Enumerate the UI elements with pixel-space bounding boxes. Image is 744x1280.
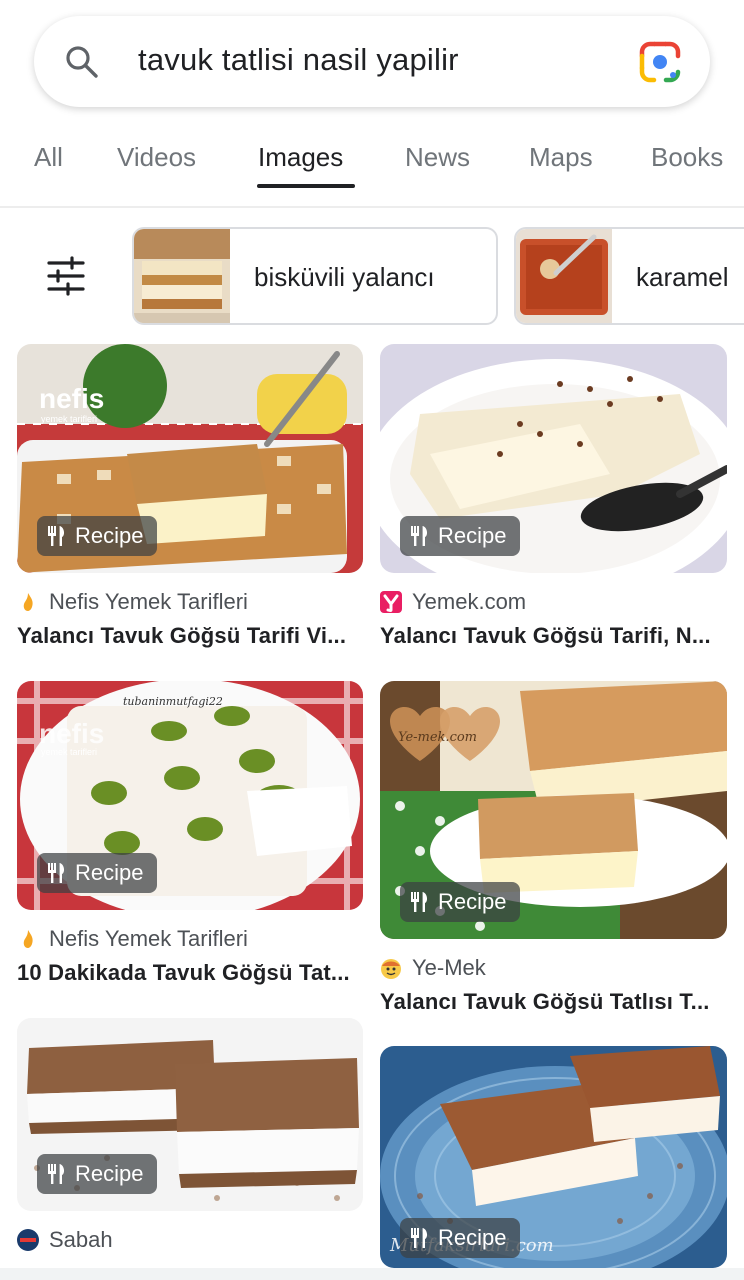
tab-maps[interactable]: Maps (529, 142, 593, 173)
result-thumbnail[interactable]: Ye-mek.com Recipe (380, 681, 727, 939)
recipe-badge: Recipe (37, 516, 158, 556)
recipe-badge-label: Recipe (438, 523, 507, 548)
image-result-card[interactable]: Recipe Yemek.com Yalancı Tavuk Göğsü Tar… (380, 344, 727, 664)
related-search-chip[interactable]: karamel (514, 227, 744, 325)
image-result-card[interactable]: Mutfaksirlari.com Recipe (380, 1046, 727, 1268)
source-name: Nefis Yemek Tarifleri (49, 589, 248, 614)
result-title[interactable]: Yalancı Tavuk Göğsü Tarifi Vi... (17, 623, 346, 649)
recipe-badge: Recipe (37, 853, 158, 893)
result-thumbnail[interactable]: Recipe (17, 1018, 363, 1211)
search-icon[interactable] (64, 44, 100, 80)
tab-videos[interactable]: Videos (117, 142, 196, 173)
bottom-edge (0, 1268, 744, 1280)
nefis-watermark: nefis (39, 718, 104, 749)
result-thumbnail[interactable]: nefis yemek tarifleri Recipe (17, 344, 363, 573)
ye-mek-watermark: Ye-mek.com (398, 730, 477, 745)
recipe-badge-label: Recipe (438, 1225, 507, 1250)
result-source: Ye-Mek (380, 955, 486, 981)
nefis-watermark: nefis (39, 383, 104, 414)
recipe-badge: Recipe (400, 1218, 521, 1258)
fork-knife-icon (411, 1228, 428, 1248)
fork-knife-icon (411, 526, 428, 546)
recipe-badge-label: Recipe (75, 523, 144, 548)
image-result-card[interactable]: Recipe Sabah (17, 1018, 363, 1268)
recipe-badge-label: Recipe (75, 860, 144, 885)
result-source: Yemek.com (380, 589, 526, 615)
source-name: Yemek.com (412, 589, 527, 614)
result-title[interactable]: Yalancı Tavuk Göğsü Tarifi, N... (380, 623, 711, 649)
chip-label: bisküvili yalancı (254, 262, 435, 292)
tab-books[interactable]: Books (651, 142, 723, 173)
fork-knife-icon (411, 892, 428, 912)
tab-images[interactable]: Images (258, 142, 343, 173)
tab-news[interactable]: News (405, 142, 470, 173)
search-tabs: All Videos Images News Maps Books (0, 120, 744, 206)
chip-label: karamel (636, 262, 729, 292)
ye-mek-favicon-icon (381, 959, 401, 979)
recipe-badge: Recipe (37, 1154, 158, 1194)
source-name: Ye-Mek (412, 955, 486, 980)
recipe-badge: Recipe (400, 516, 521, 556)
related-search-chip[interactable]: bisküvili yalancı (132, 227, 498, 325)
search-input[interactable]: tavuk tatlisi nasil yapilir (138, 42, 459, 78)
chip-thumbnail-image (516, 229, 612, 323)
tab-all[interactable]: All (34, 142, 63, 173)
result-thumbnail[interactable]: Recipe (380, 344, 727, 573)
recipe-badge-label: Recipe (438, 889, 507, 914)
google-lens-icon[interactable] (638, 40, 682, 84)
search-bar[interactable]: tavuk tatlisi nasil yapilir (34, 16, 710, 107)
nefis-watermark-sub: yemek tarifleri (41, 414, 97, 424)
result-source: Nefis Yemek Tarifleri (17, 589, 248, 615)
chip-thumbnail-image (134, 229, 230, 323)
fork-knife-icon (48, 1164, 65, 1184)
nefis-favicon-icon (23, 593, 33, 611)
fork-knife-icon (48, 863, 65, 883)
image-result-card[interactable]: Ye-mek.com Recipe Ye-Mek Yalancı Tavuk G… (380, 681, 727, 1031)
tune-filter-icon[interactable] (46, 256, 86, 296)
fork-knife-icon (48, 526, 65, 546)
sabah-favicon-icon (17, 1229, 39, 1251)
recipe-badge: Recipe (400, 882, 521, 922)
result-title[interactable]: Yalancı Tavuk Göğsü Tatlısı T... (380, 989, 710, 1015)
result-thumbnail[interactable]: Mutfaksirlari.com Recipe (380, 1046, 727, 1268)
instagram-watermark: tubaninmutfagi22 (123, 695, 223, 708)
nefis-favicon-icon (23, 930, 33, 948)
recipe-badge-label: Recipe (75, 1161, 144, 1186)
result-title[interactable]: 10 Dakikada Tavuk Göğsü Tat... (17, 960, 350, 986)
result-source: Nefis Yemek Tarifleri (17, 926, 248, 952)
nefis-watermark-sub: yemek tarifleri (41, 747, 97, 757)
source-name: Sabah (49, 1227, 113, 1252)
active-tab-indicator (257, 184, 355, 188)
result-thumbnail[interactable]: nefis yemek tarifleri tubaninmutfagi22 R… (17, 681, 363, 910)
image-result-card[interactable]: nefis yemek tarifleri tubaninmutfagi22 R… (17, 681, 363, 1001)
yemek-favicon-icon (380, 591, 402, 613)
image-result-card[interactable]: nefis yemek tarifleri Recipe Nefis Yemek… (17, 344, 363, 664)
source-name: Nefis Yemek Tarifleri (49, 926, 248, 951)
divider (0, 206, 744, 208)
result-source: Sabah (17, 1227, 113, 1253)
